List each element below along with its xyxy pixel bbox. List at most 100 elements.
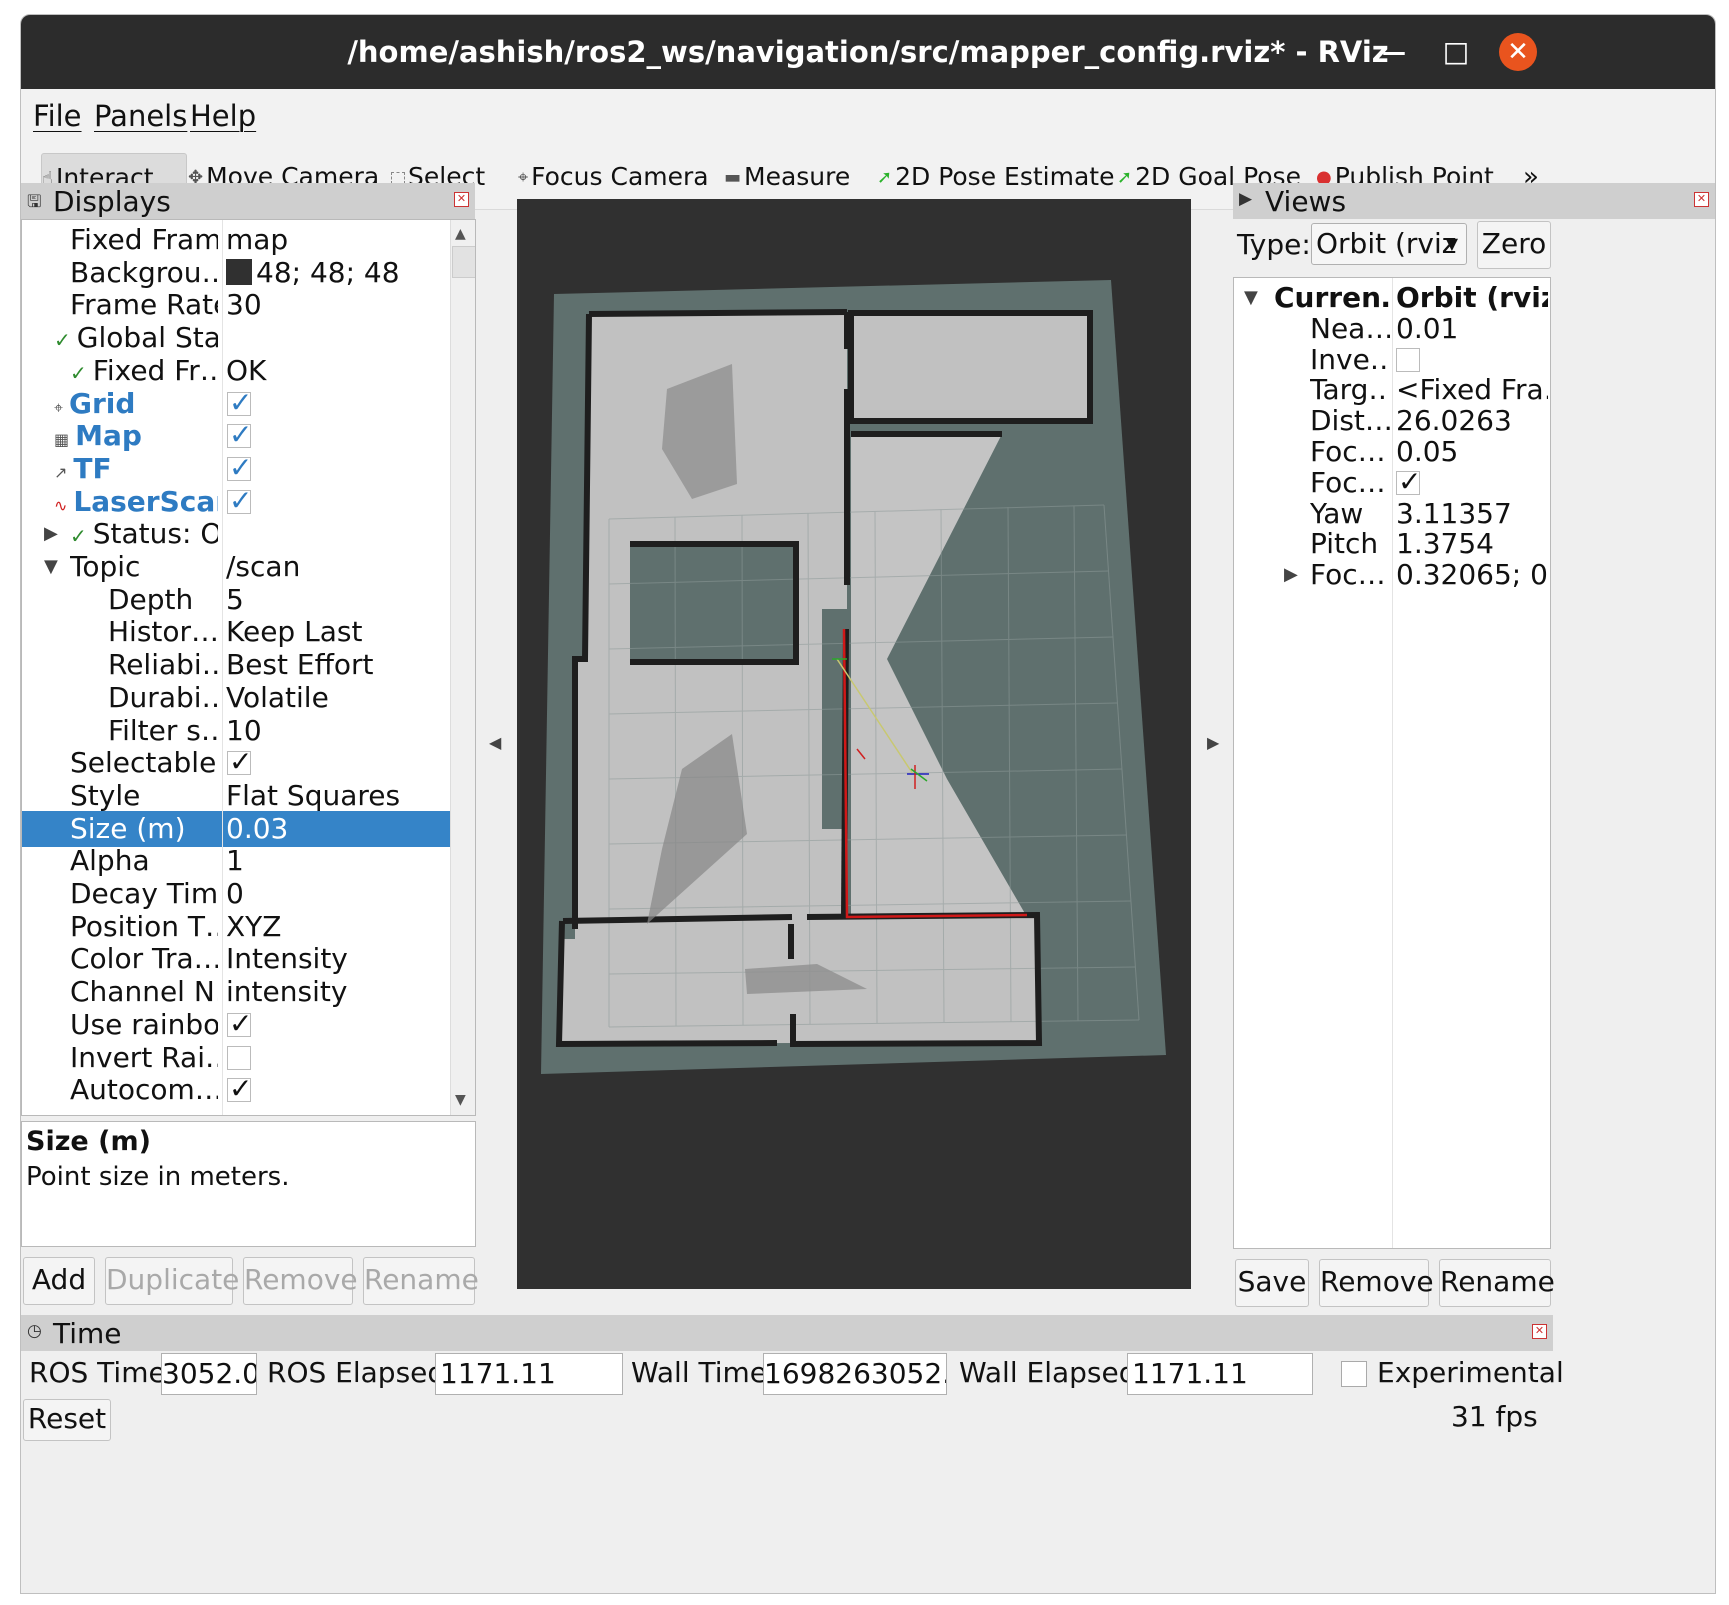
display-row[interactable]: Reliabi… Best Effort	[22, 647, 450, 683]
display-row[interactable]: ∿LaserScan	[22, 483, 450, 520]
tool-focus-camera[interactable]: ⌖ Focus Camera	[518, 153, 709, 203]
display-row[interactable]: Invert Rai…	[22, 1040, 450, 1076]
zero-view-button[interactable]: Zero	[1477, 221, 1551, 269]
expand-arrow-icon[interactable]: ▶	[1284, 557, 1298, 593]
display-row[interactable]: Backgrou… 48; 48; 48	[22, 255, 450, 291]
displays-panel-header: 🖫 Displays ✕	[21, 183, 475, 219]
checkbox[interactable]	[227, 1045, 251, 1070]
display-row-value: Best Effort	[226, 648, 374, 682]
display-row-value-cell[interactable]: 48; 48; 48	[226, 255, 448, 291]
ros-elapsed-field[interactable]: 1171.11	[435, 1353, 623, 1395]
ros-time-field[interactable]: 3052.04	[161, 1353, 257, 1395]
display-row[interactable]: Use rainbow	[22, 1006, 450, 1043]
display-row[interactable]: ⌖ Grid	[22, 385, 450, 422]
checkbox[interactable]	[227, 417, 252, 453]
display-row[interactable]: Selectable	[22, 744, 450, 781]
display-row-value-cell[interactable]: Volatile	[226, 680, 448, 716]
display-row-value-cell[interactable]: Intensity	[226, 941, 448, 977]
wall-elapsed-field[interactable]: 1171.11	[1127, 1353, 1313, 1395]
color-swatch[interactable]	[226, 258, 252, 285]
display-row-value-cell[interactable]: 5	[226, 582, 448, 618]
experimental-checkbox[interactable]	[1341, 1361, 1367, 1387]
display-row-value-cell[interactable]: 30	[226, 287, 448, 323]
tool-measure[interactable]: ▬ Measure	[724, 153, 850, 203]
displays-scrollbar[interactable]: ▲ ▼	[450, 220, 475, 1115]
display-row-value-cell[interactable]: Flat Squares	[226, 778, 448, 814]
checkbox[interactable]	[227, 1006, 252, 1042]
rename-display-button[interactable]: Rename	[363, 1257, 479, 1305]
display-row-key-cell: Backgrou…	[70, 255, 218, 291]
rename-view-button[interactable]: Rename	[1439, 1259, 1555, 1307]
scrollbar-thumb[interactable]	[452, 246, 475, 278]
display-row-value: 5	[226, 582, 244, 616]
collapse-arrow-icon[interactable]: ▼	[44, 549, 58, 585]
display-row-key-cell: Use rainbow	[70, 1007, 218, 1043]
remove-view-button[interactable]: Remove	[1319, 1259, 1434, 1307]
display-row[interactable]: Style Flat Squares	[22, 778, 450, 814]
display-row[interactable]: Autocom…	[22, 1071, 450, 1108]
display-row-value-cell[interactable]: 0.03	[226, 811, 448, 847]
display-row-value-cell[interactable]: intensity	[226, 974, 448, 1010]
wall-time-field[interactable]: 1698263052.07	[763, 1353, 947, 1395]
checkbox[interactable]	[227, 1071, 252, 1107]
render-viewport[interactable]	[517, 199, 1191, 1289]
display-row-value-cell[interactable]: map	[226, 222, 448, 258]
menu-file[interactable]: File	[33, 99, 82, 133]
display-row[interactable]: ✓ Fixed Fr… OK	[22, 353, 450, 389]
display-row-value-cell[interactable]: XYZ	[226, 909, 448, 945]
display-row[interactable]: Durabi… Volatile	[22, 680, 450, 716]
checkbox[interactable]	[227, 450, 252, 486]
close-button[interactable]: ✕	[1499, 33, 1537, 71]
menu-panels[interactable]: Panels	[94, 99, 187, 133]
display-row[interactable]: Fixed Framemap	[22, 222, 450, 258]
view-type-select[interactable]: Orbit (rviz ▼	[1311, 223, 1467, 265]
view-property-value[interactable]: 0.32065; 0…	[1396, 557, 1548, 593]
display-row[interactable]: Frame Rate 30	[22, 287, 450, 323]
display-row-value-cell[interactable]: 1	[226, 843, 448, 879]
checkbox[interactable]	[227, 483, 252, 519]
display-row[interactable]: Size (m) 0.03	[22, 810, 450, 847]
display-row[interactable]: Channel N…intensity	[22, 974, 450, 1010]
minimize-button[interactable]: —	[1375, 33, 1413, 71]
save-view-button[interactable]: Save	[1235, 1259, 1309, 1307]
display-row[interactable]: ▼ Topic/scan	[22, 549, 450, 585]
display-row[interactable]: Position T… XYZ	[22, 909, 450, 945]
checkbox[interactable]	[227, 385, 252, 421]
display-row-value-cell[interactable]: 0	[226, 876, 448, 912]
panel-close-icon[interactable]: ✕	[454, 192, 469, 207]
display-row-key-cell: Reliabi…	[108, 647, 218, 683]
tool-2d-pose-estimate[interactable]: ➚ 2D Pose Estimate	[877, 153, 1114, 203]
reset-button[interactable]: Reset	[23, 1399, 111, 1441]
display-row[interactable]: ✓Global Stat…	[22, 320, 450, 356]
checkbox[interactable]	[1396, 464, 1421, 500]
display-row-value-cell[interactable]: Best Effort	[226, 647, 448, 683]
remove-display-button[interactable]: Remove	[243, 1257, 358, 1305]
display-row-value-cell[interactable]: /scan	[226, 549, 448, 585]
display-row[interactable]: Alpha 1	[22, 843, 450, 879]
display-row[interactable]: ▦ Map	[22, 417, 450, 454]
scroll-up-icon[interactable]: ▲	[455, 226, 466, 242]
add-display-button[interactable]: Add	[23, 1257, 95, 1305]
collapse-left-icon[interactable]: ◀	[489, 733, 501, 752]
display-row[interactable]: Filter s… 10	[22, 713, 450, 749]
display-row-key-cell: Durabi…	[108, 680, 218, 716]
display-row[interactable]: Decay Time0	[22, 876, 450, 912]
panel-close-icon[interactable]: ✕	[1532, 1324, 1547, 1339]
panel-close-icon[interactable]: ✕	[1694, 192, 1709, 207]
checkbox[interactable]	[1396, 347, 1420, 372]
display-row-value-cell[interactable]: Keep Last	[226, 614, 448, 650]
display-row[interactable]: Depth 5	[22, 582, 450, 618]
display-row[interactable]: Color Tra… Intensity	[22, 941, 450, 977]
checkbox[interactable]	[227, 744, 252, 780]
display-row-value-cell[interactable]: OK	[226, 353, 448, 389]
scroll-down-icon[interactable]: ▼	[455, 1092, 466, 1108]
menu-help[interactable]: Help	[190, 99, 256, 133]
maximize-button[interactable]: □	[1437, 33, 1475, 71]
display-row[interactable]: ▶ ✓Status: Ok	[22, 516, 450, 552]
display-row[interactable]: Histor… Keep Last	[22, 614, 450, 650]
expand-arrow-icon[interactable]: ▶	[44, 516, 58, 552]
duplicate-display-button[interactable]: Duplicate	[105, 1257, 239, 1305]
display-row-value-cell[interactable]: 10	[226, 713, 448, 749]
display-row[interactable]: ↗ TF	[22, 450, 450, 487]
collapse-right-icon[interactable]: ▶	[1207, 733, 1219, 752]
